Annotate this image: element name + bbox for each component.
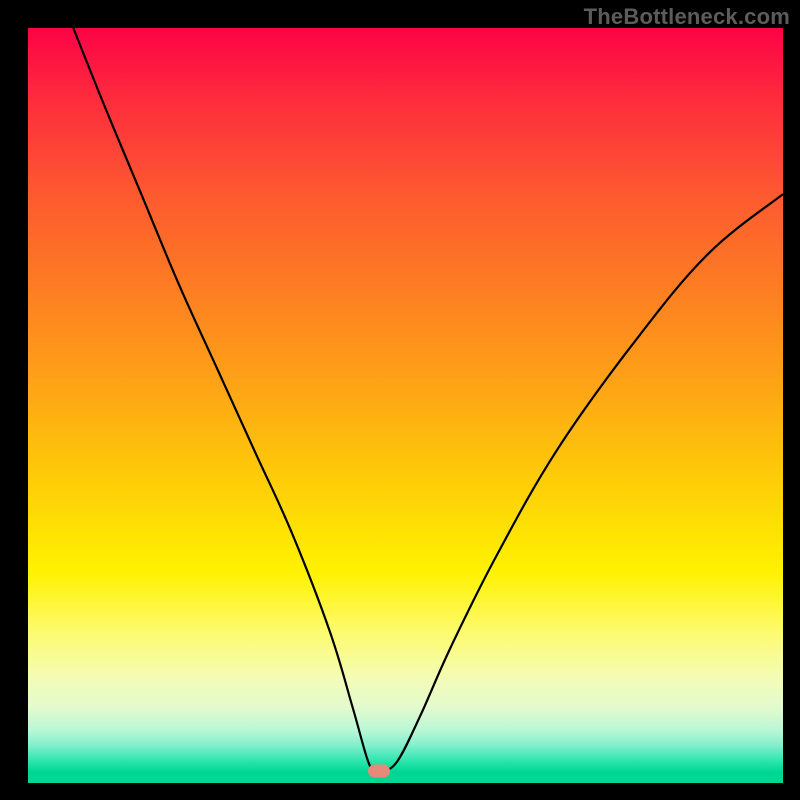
curve-svg	[28, 28, 783, 783]
chart-frame: TheBottleneck.com	[0, 0, 800, 800]
minimum-marker	[368, 764, 390, 777]
watermark-label: TheBottleneck.com	[584, 4, 790, 30]
plot-area	[28, 28, 783, 783]
bottleneck-curve-path	[73, 28, 783, 773]
